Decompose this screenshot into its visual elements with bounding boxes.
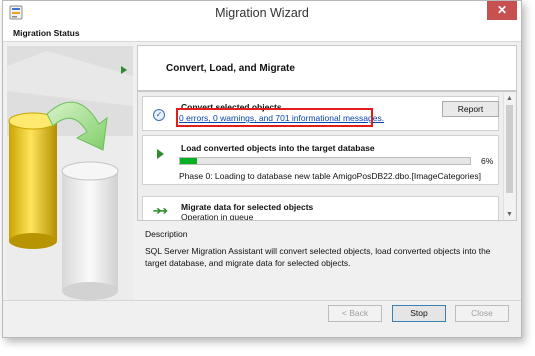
step-migrate-data: ➔➔ Migrate data for selected objects Ope… bbox=[142, 196, 499, 221]
migration-wizard-window: Migration Wizard ✕ Migration Status Conv… bbox=[2, 0, 522, 338]
window-close-button[interactable]: ✕ bbox=[487, 1, 517, 20]
step-title: Migrate data for selected objects bbox=[181, 202, 314, 212]
section-title: Convert, Load, and Migrate bbox=[166, 63, 295, 74]
description-panel: Description SQL Server Migration Assista… bbox=[139, 223, 517, 299]
steps-list: ✓ Convert selected objects 0 errors, 0 w… bbox=[137, 91, 517, 221]
load-progress-bar bbox=[179, 157, 471, 165]
fast-forward-icon: ➔➔ bbox=[153, 206, 168, 217]
wizard-banner-image bbox=[7, 46, 133, 301]
step-title: Load converted objects into the target d… bbox=[181, 143, 375, 153]
highlight-annotation bbox=[176, 108, 373, 127]
step-status: Operation in queue bbox=[181, 212, 254, 221]
scroll-up-arrow-icon[interactable]: ▲ bbox=[504, 93, 515, 104]
step-convert-objects: ✓ Convert selected objects 0 errors, 0 w… bbox=[142, 96, 499, 131]
title-bar: Migration Wizard ✕ bbox=[3, 1, 521, 25]
step-load-objects: Load converted objects into the target d… bbox=[142, 135, 499, 185]
header-band: Migration Status bbox=[3, 25, 521, 42]
scroll-thumb[interactable] bbox=[506, 105, 513, 193]
check-circle-icon: ✓ bbox=[153, 109, 165, 121]
play-icon bbox=[157, 149, 164, 159]
database-cylinders-graphic bbox=[7, 46, 133, 301]
report-button[interactable]: Report bbox=[442, 101, 499, 117]
progress-percent: 6% bbox=[481, 156, 494, 166]
description-text: SQL Server Migration Assistant will conv… bbox=[145, 246, 491, 268]
scroll-down-arrow-icon[interactable]: ▼ bbox=[504, 209, 515, 220]
page-title: Migration Status bbox=[13, 28, 80, 38]
stop-button[interactable]: Stop bbox=[392, 305, 446, 322]
footer-divider bbox=[3, 300, 521, 301]
convert-load-migrate-header: Convert, Load, and Migrate bbox=[137, 45, 517, 91]
current-step-arrow-icon bbox=[121, 66, 127, 74]
description-label: Description bbox=[145, 229, 188, 239]
phase-status: Phase 0: Loading to database new table A… bbox=[179, 171, 481, 181]
progress-fill bbox=[180, 158, 198, 164]
close-button[interactable]: Close bbox=[455, 305, 509, 322]
steps-scrollbar[interactable]: ▲ ▼ bbox=[503, 93, 515, 220]
back-button[interactable]: < Back bbox=[328, 305, 382, 322]
window-title: Migration Wizard bbox=[215, 6, 309, 20]
